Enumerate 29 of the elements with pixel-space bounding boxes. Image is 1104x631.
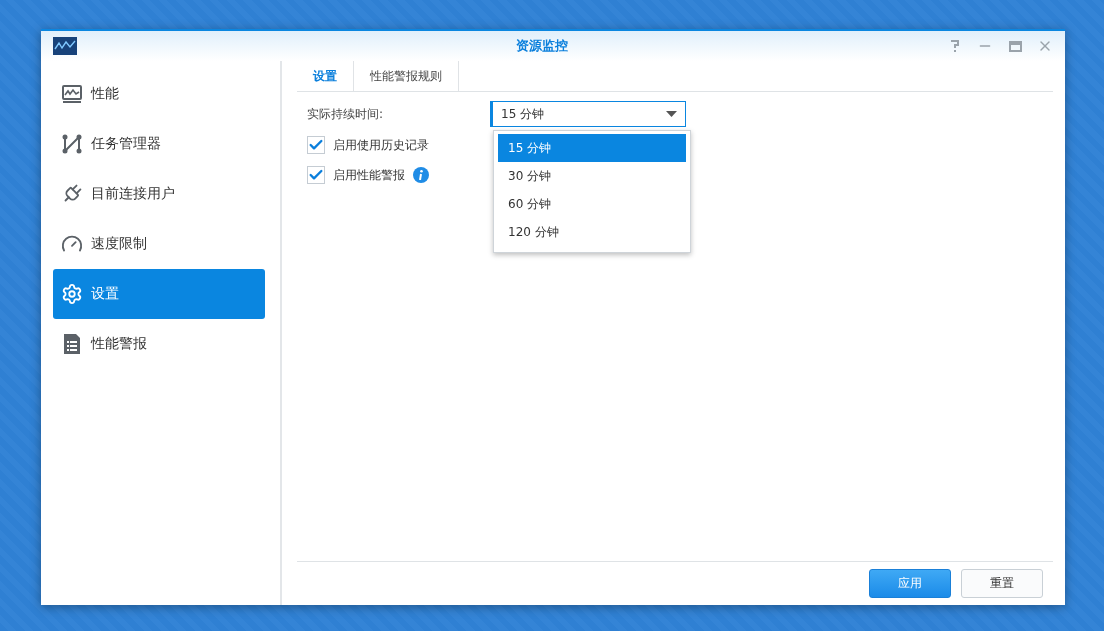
checkbox[interactable] [307, 136, 325, 154]
info-icon[interactable] [413, 167, 429, 183]
nodes-icon [61, 133, 83, 155]
help-icon[interactable] [950, 39, 960, 53]
duration-dropdown[interactable]: 15 分钟 [490, 101, 686, 127]
sidebar-item[interactable]: 性能警报 [53, 319, 265, 369]
caret-icon [666, 111, 677, 117]
checkbox-label: 启用使用历史记录 [333, 136, 429, 154]
sidebar-item[interactable]: 性能 [53, 69, 265, 119]
chart-icon [61, 83, 83, 105]
settings-icon [61, 283, 83, 305]
sidebar-item[interactable]: 任务管理器 [53, 119, 265, 169]
app-icon [53, 37, 77, 55]
dropdown-option[interactable]: 15 分钟 [498, 134, 686, 162]
sidebar-item[interactable]: 速度限制 [53, 219, 265, 269]
dropdown-option[interactable]: 60 分钟 [498, 190, 686, 218]
sidebar-item[interactable]: 设置 [53, 269, 265, 319]
sidebar-item[interactable]: 目前连接用户 [53, 169, 265, 219]
checkbox[interactable] [307, 166, 325, 184]
field-label: 实际持续时间: [307, 105, 385, 123]
maximize-icon[interactable] [1008, 40, 1022, 52]
window-title: 资源监控 [516, 37, 568, 55]
tab[interactable]: 设置 [297, 61, 354, 91]
checkbox-label: 启用性能警报 [333, 166, 405, 184]
document-icon [61, 333, 83, 355]
dropdown-option[interactable]: 120 分钟 [498, 218, 686, 246]
dropdown-option[interactable]: 30 分钟 [498, 162, 686, 190]
reset-button[interactable]: 重置 [961, 569, 1043, 598]
tab[interactable]: 性能警报规则 [354, 61, 459, 91]
